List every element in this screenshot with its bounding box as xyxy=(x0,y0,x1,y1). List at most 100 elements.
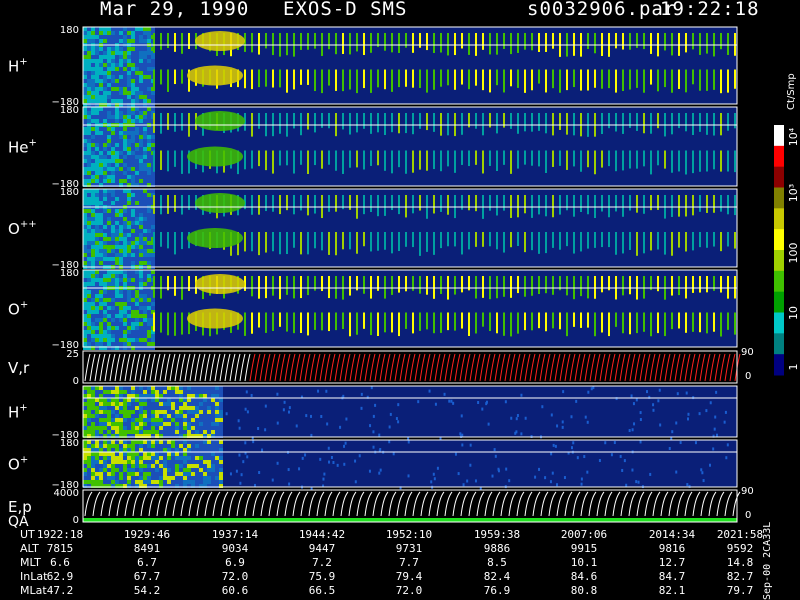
spectrogram-cell xyxy=(103,175,107,179)
spectrogram-cell xyxy=(127,95,131,99)
spectrogram-cell xyxy=(135,406,139,410)
spin-streak xyxy=(356,232,358,254)
spectrogram-cell xyxy=(107,87,111,91)
spectrogram-cell xyxy=(91,390,95,394)
spectrogram-cell xyxy=(199,390,203,394)
spectrogram-cell xyxy=(135,444,139,448)
spectrogram-cell xyxy=(171,456,175,460)
spectrogram-cell xyxy=(111,480,115,484)
panel-label-secondary: QA xyxy=(8,514,29,528)
spectrogram-cell xyxy=(135,306,139,310)
spectrogram-cell xyxy=(103,418,107,422)
sparse-count xyxy=(698,412,701,416)
spectrogram-cell xyxy=(87,460,91,464)
spin-streak xyxy=(678,232,680,248)
spectrogram-cell xyxy=(103,245,107,249)
spectrogram-cell xyxy=(135,414,139,418)
spectrogram-cell xyxy=(83,91,87,95)
spectrogram-cell xyxy=(107,394,111,398)
spectrogram-cell xyxy=(115,414,119,418)
spectrogram-cell xyxy=(103,131,107,135)
sparse-count xyxy=(388,440,391,444)
spin-streak xyxy=(678,195,680,217)
spectrogram-cell xyxy=(139,338,143,342)
spectrogram-cell xyxy=(195,464,199,468)
spectrogram-cell xyxy=(127,410,131,414)
spectrogram-cell xyxy=(111,342,115,346)
spectrogram-cell xyxy=(115,390,119,394)
spectrogram-cell xyxy=(123,155,127,159)
spectrogram-cell xyxy=(83,290,87,294)
colorbar-unit: Ct/Smp xyxy=(786,73,797,110)
spectrogram-cell xyxy=(111,75,115,79)
spectrogram-cell xyxy=(143,79,147,83)
spectrogram-cell xyxy=(135,225,139,229)
spectrogram-cell xyxy=(183,386,187,390)
spectrogram-cell xyxy=(87,422,91,426)
spectrogram-cell xyxy=(215,386,219,390)
spin-streak xyxy=(419,232,421,256)
spectrogram-cell xyxy=(127,456,131,460)
spectrogram-cell xyxy=(83,99,87,103)
spectrogram-cell xyxy=(151,456,155,460)
spectrogram-cell xyxy=(219,418,223,422)
spectrogram-cell xyxy=(127,326,131,330)
spectrogram-cell xyxy=(139,91,143,95)
spectrogram-cell xyxy=(123,225,127,229)
spin-streak xyxy=(384,232,386,250)
spectrogram-cell xyxy=(95,193,99,197)
spectrogram-cell xyxy=(95,75,99,79)
spectrogram-cell xyxy=(135,326,139,330)
spectrogram-cell xyxy=(99,99,103,103)
spectrogram-cell xyxy=(127,330,131,334)
spin-streak xyxy=(734,33,736,56)
spectrogram-cell xyxy=(111,456,115,460)
spin-streak xyxy=(496,150,498,171)
spectrogram-cell xyxy=(139,480,143,484)
spin-streak xyxy=(643,69,645,93)
spectrogram-cell xyxy=(107,139,111,143)
spin-streak xyxy=(153,69,155,91)
spectrogram-cell xyxy=(107,278,111,282)
spectrogram-cell xyxy=(83,342,87,346)
spin-streak xyxy=(293,150,295,174)
spectrogram-cell xyxy=(99,115,103,119)
spectrogram-cell xyxy=(131,414,135,418)
spectrogram-cell xyxy=(123,338,127,342)
spectrogram-cell xyxy=(147,55,151,59)
spectrogram-cell xyxy=(95,151,99,155)
spectrogram-cell xyxy=(103,253,107,257)
spectrogram-cell xyxy=(107,147,111,151)
spectrogram-cell xyxy=(139,119,143,123)
spectrogram-cell xyxy=(219,480,223,484)
spectrogram-cell xyxy=(83,456,87,460)
spin-streak xyxy=(692,195,694,216)
spectrogram-cell xyxy=(83,167,87,171)
spectrogram-cell xyxy=(103,155,107,159)
spectrogram-cell xyxy=(103,35,107,39)
spectrogram-cell xyxy=(123,135,127,139)
spectrogram-cell xyxy=(119,460,123,464)
spectrogram-cell xyxy=(119,418,123,422)
spectrogram-cell xyxy=(139,290,143,294)
spectrogram-cell xyxy=(143,253,147,257)
spectrogram-cell xyxy=(87,270,91,274)
spin-streak xyxy=(244,232,246,252)
spectrogram-cell xyxy=(123,107,127,111)
spectrogram-cell xyxy=(103,282,107,286)
spectrogram-cell xyxy=(127,79,131,83)
footer-value: 9915 xyxy=(570,542,598,555)
spectrogram-cell xyxy=(107,338,111,342)
spectrogram-cell xyxy=(87,107,91,111)
spin-streak xyxy=(482,69,484,91)
spectrogram-cell xyxy=(135,213,139,217)
spectrogram-cell xyxy=(135,322,139,326)
spectrogram-cell xyxy=(215,464,219,468)
sparse-count xyxy=(345,417,348,421)
spectrogram-cell xyxy=(203,406,207,410)
spin-streak xyxy=(629,195,631,211)
spectrogram-cell xyxy=(83,27,87,31)
spectrogram-cell xyxy=(103,460,107,464)
spectrogram-cell xyxy=(103,270,107,274)
spectrogram-cell xyxy=(83,35,87,39)
